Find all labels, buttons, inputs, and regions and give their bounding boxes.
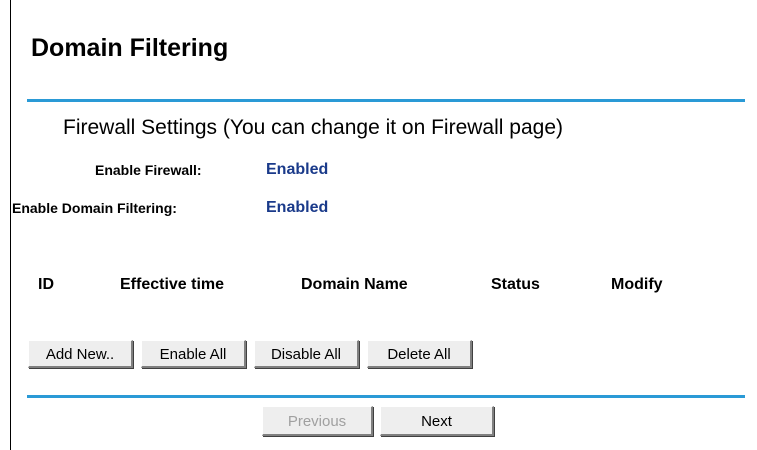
disable-all-button[interactable]: Disable All	[254, 340, 359, 368]
column-header-id: ID	[38, 276, 54, 293]
next-button[interactable]: Next	[380, 406, 494, 436]
column-header-effective-time: Effective time	[120, 276, 225, 293]
delete-all-button[interactable]: Delete All	[367, 340, 472, 368]
page-title: Domain Filtering	[31, 34, 229, 62]
column-header-modify: Modify	[611, 276, 663, 293]
enable-firewall-label: Enable Firewall:	[95, 162, 202, 178]
enable-domain-filtering-value: Enabled	[266, 199, 329, 216]
enable-all-button[interactable]: Enable All	[141, 340, 246, 368]
firewall-settings-heading: Firewall Settings (You can change it on …	[63, 116, 563, 139]
enable-domain-filtering-label: Enable Domain Filtering:	[12, 200, 177, 216]
enable-firewall-value: Enabled	[266, 161, 329, 178]
top-divider	[27, 99, 745, 102]
column-header-status: Status	[491, 276, 540, 293]
bottom-divider	[27, 395, 745, 398]
left-border	[10, 0, 11, 450]
add-new-button[interactable]: Add New..	[28, 340, 133, 368]
column-header-domain-name: Domain Name	[301, 276, 408, 293]
previous-button[interactable]: Previous	[262, 406, 373, 436]
